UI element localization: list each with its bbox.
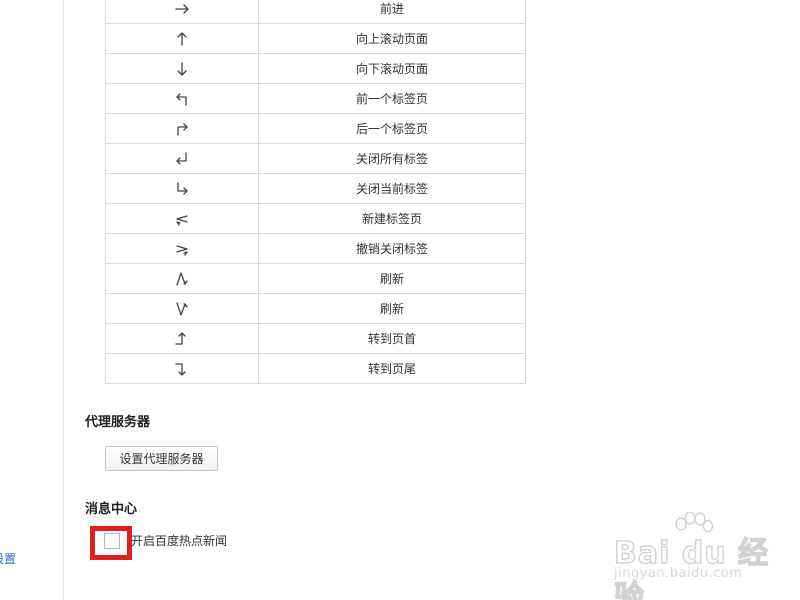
gesture-cell [105,113,259,144]
proxy-section-title: 代理服务器 [85,415,151,430]
gesture-cell [105,83,259,114]
gesture-row: 向下滚动页面 [105,53,526,84]
right-left-right-icon [173,240,191,258]
message-center-title: 消息中心 [85,502,138,517]
gesture-cell [105,0,259,24]
gesture-row: 新建标签页 [105,203,526,234]
gesture-row: 转到页首 [105,323,526,354]
gesture-row: 转到页尾 [105,353,526,384]
down-left-icon [173,150,191,168]
gesture-action: 刷新 [258,293,526,324]
gesture-action: 撤销关闭标签 [258,233,526,264]
gesture-action: 新建标签页 [258,203,526,234]
gesture-table-body: 前进 向上滚动页面 向下滚动页面 前一个标签页 后一个标签页 关闭所有标签 关闭当前标签 新建… [105,0,526,384]
left-right-left-icon [173,210,191,228]
gesture-cell [105,323,259,354]
left-nav-settings-link[interactable]: 设置 [0,550,30,568]
gesture-row: 向上滚动页面 [105,23,526,54]
gesture-action: 向上滚动页面 [258,23,526,54]
gesture-cell [105,263,259,294]
gesture-cell [105,353,259,384]
down-right-icon [173,180,191,198]
baidu-news-checkbox-label[interactable]: 开启百度热点新闻 [131,532,227,550]
watermark-url: jingyan.baidu.com [614,566,743,581]
set-proxy-button[interactable]: 设置代理服务器 [105,446,218,471]
arrow-down-icon [173,60,191,78]
gesture-cell [105,233,259,264]
left-nav: 设置 [0,0,64,600]
gesture-action: 后一个标签页 [258,113,526,144]
right-up-icon [173,330,191,348]
up-right-icon [173,120,191,138]
gesture-action: 向下滚动页面 [258,53,526,84]
watermark-logo: Bai du 经验 [613,535,770,600]
gesture-action: 转到页首 [258,323,526,354]
up-down-up-icon [173,270,191,288]
gesture-cell [105,53,259,84]
gesture-action: 刷新 [258,263,526,294]
baidu-jingyan-watermark: Bai du 经验 jingyan.baidu.com [608,512,798,600]
gesture-action: 前进 [258,0,526,24]
mouse-gesture-table: 前进 向上滚动页面 向下滚动页面 前一个标签页 后一个标签页 关闭所有标签 关闭当前标签 新建… [105,0,526,384]
gesture-row: 关闭当前标签 [105,173,526,204]
gesture-cell [105,143,259,174]
settings-page: 设置 前进向上滚动页面向下滚动页面前一个标签页后一个标签页关闭所有标签关闭当前标… [0,0,800,600]
left-nav-link-text: 设置 [0,552,16,566]
gesture-row: 刷新 [105,263,526,294]
gesture-cell [105,23,259,54]
baidu-news-checkbox[interactable] [104,533,120,549]
gesture-action: 关闭所有标签 [258,143,526,174]
gesture-cell [105,293,259,324]
gesture-row: 撤销关闭标签 [105,233,526,264]
gesture-row: 前一个标签页 [105,83,526,114]
up-left-icon [173,90,191,108]
gesture-row: 关闭所有标签 [105,143,526,174]
right-down-icon [173,360,191,378]
gesture-cell [105,173,259,204]
gesture-row: 后一个标签页 [105,113,526,144]
arrow-up-icon [173,30,191,48]
gesture-action: 前一个标签页 [258,83,526,114]
gesture-action: 关闭当前标签 [258,173,526,204]
gesture-row: 前进 [105,0,526,24]
gesture-row: 刷新 [105,293,526,324]
down-up-down-icon [173,300,191,318]
arrow-right-icon [173,0,191,18]
gesture-action: 转到页尾 [258,353,526,384]
gesture-cell [105,203,259,234]
